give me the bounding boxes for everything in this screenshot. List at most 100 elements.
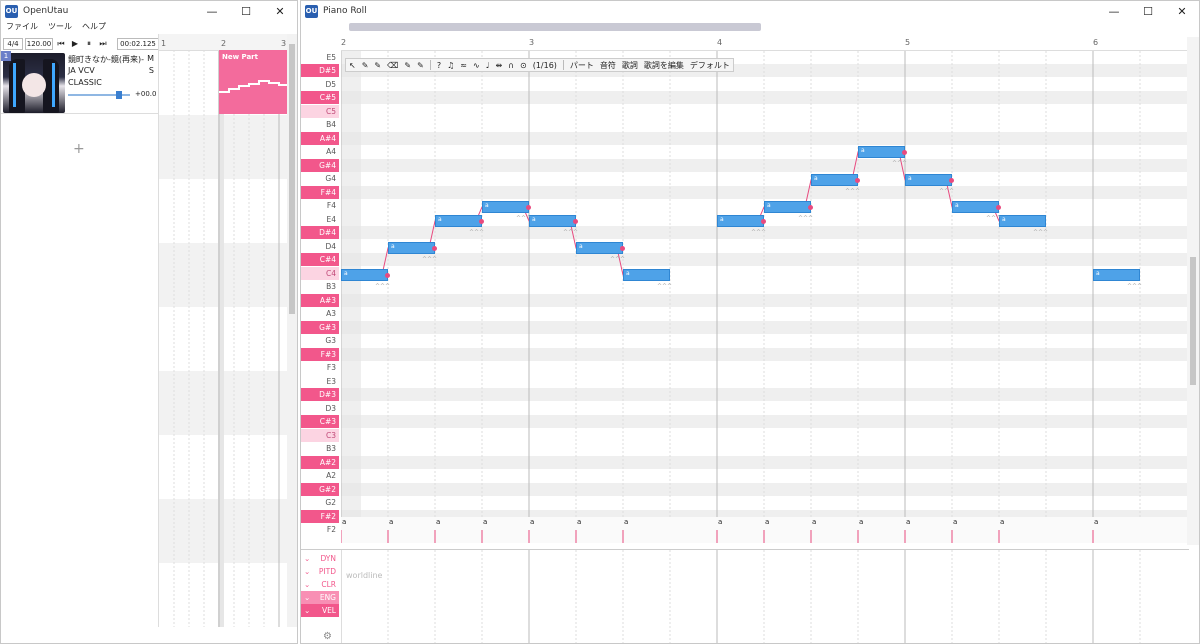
expression-dyn[interactable]: ⌄ DYN (301, 552, 339, 565)
vibrato-mark[interactable]: ^^^ (892, 160, 907, 167)
piano-key[interactable]: D#4 (301, 226, 339, 239)
piano-key[interactable]: C4 (301, 267, 339, 280)
piano-key[interactable]: D3 (301, 402, 339, 415)
piano-key[interactable]: D5 (301, 78, 339, 91)
vibrato-mark[interactable]: ^^^ (563, 229, 578, 236)
note[interactable]: a (1093, 269, 1140, 281)
note[interactable]: a (388, 242, 437, 254)
pitch-point[interactable] (385, 273, 390, 278)
playback-follow-icon[interactable]: ⊙ (517, 59, 530, 71)
pen-plus-tool-icon[interactable]: ✎ (371, 59, 384, 71)
add-track-button[interactable]: + (73, 141, 85, 157)
phoneme-label[interactable]: a (718, 518, 722, 526)
minimize-button[interactable]: — (1097, 1, 1131, 21)
phonemizer-name[interactable]: JA VCV (68, 66, 95, 75)
note[interactable]: a (623, 269, 670, 281)
piano-key[interactable]: D#3 (301, 388, 339, 401)
piano-key[interactable]: G#2 (301, 483, 339, 496)
vibrato-mark[interactable]: ^^^ (516, 215, 531, 222)
piano-key[interactable]: B4 (301, 118, 339, 131)
phoneme-label[interactable]: a (342, 518, 346, 526)
phoneme-label[interactable]: a (1000, 518, 1004, 526)
piano-key[interactable]: C5 (301, 105, 339, 118)
note-grid[interactable]: a a a a a a a a a a a a a a a ^^^ ^^^ ^^… (341, 51, 1189, 543)
line-tool-icon[interactable]: ✎ (414, 59, 427, 71)
phoneme-label[interactable]: a (1094, 518, 1098, 526)
singer-name[interactable]: 鏡町きなか-鏡(再来)- (68, 54, 144, 65)
piano-key[interactable]: G3 (301, 334, 339, 347)
snap-toggle-icon[interactable]: ⇹ (492, 59, 505, 71)
note[interactable]: a (435, 215, 484, 227)
piano-key[interactable]: G4 (301, 172, 339, 185)
maximize-button[interactable]: ☐ (1131, 1, 1165, 21)
vibrato-mark[interactable]: ^^^ (375, 283, 390, 290)
expression-pitd[interactable]: ⌄ PITD (301, 565, 339, 578)
menu-notes[interactable]: 音符 (597, 59, 619, 71)
menu-tools[interactable]: ツール (43, 21, 77, 35)
piano-key[interactable]: A#3 (301, 294, 339, 307)
vibrato-toggle-icon[interactable]: ≈ (457, 59, 470, 71)
maximize-button[interactable]: ☐ (229, 1, 263, 21)
note[interactable]: a (858, 146, 907, 158)
phoneme-label[interactable]: a (765, 518, 769, 526)
finale-toggle-icon[interactable]: ♩ (483, 59, 493, 71)
close-button[interactable]: ✕ (263, 1, 297, 21)
menu-lyrics[interactable]: 歌詞 (619, 59, 641, 71)
phoneme-label[interactable]: a (483, 518, 487, 526)
piano-key[interactable]: D4 (301, 240, 339, 253)
note[interactable]: a (952, 201, 1001, 213)
piano-key[interactable]: F#2 (301, 510, 339, 523)
pitch-toggle-icon[interactable]: ∿ (470, 59, 483, 71)
piano-key[interactable]: A4 (301, 145, 339, 158)
pitch-point[interactable] (479, 219, 484, 224)
horizontal-scrollbar[interactable] (349, 23, 761, 31)
piano-key[interactable]: C#5 (301, 91, 339, 104)
menu-edit-lyrics[interactable]: 歌詞を編集 (641, 59, 687, 71)
phoneme-label[interactable]: a (953, 518, 957, 526)
piano-key[interactable]: G#4 (301, 159, 339, 172)
phoneme-label[interactable]: a (577, 518, 581, 526)
vibrato-mark[interactable]: ^^^ (657, 283, 672, 290)
draw-pitch-tool-icon[interactable]: ✎ (401, 59, 414, 71)
note[interactable]: a (999, 215, 1046, 227)
piano-key[interactable]: F2 (301, 523, 339, 536)
note[interactable]: a (341, 269, 390, 281)
piano-vertical-scrollbar[interactable] (1187, 37, 1199, 545)
arrange-vertical-scrollbar[interactable] (287, 34, 297, 627)
menu-file[interactable]: ファイル (1, 21, 43, 35)
vibrato-mark[interactable]: ^^^ (939, 188, 954, 195)
piano-key[interactable]: E3 (301, 375, 339, 388)
settings-gear-icon[interactable]: ⚙ (323, 631, 332, 642)
piano-key[interactable]: B3 (301, 280, 339, 293)
note[interactable]: a (717, 215, 766, 227)
piano-key[interactable]: C#3 (301, 415, 339, 428)
arrange-ruler[interactable]: 1 2 3 (159, 34, 288, 51)
note[interactable]: a (529, 215, 578, 227)
pen-tool-icon[interactable]: ✎ (359, 59, 372, 71)
pitch-point[interactable] (573, 219, 578, 224)
vibrato-mark[interactable]: ^^^ (422, 256, 437, 263)
timeline-ruler[interactable]: 2 3 4 5 6 (341, 37, 1187, 51)
pitch-point[interactable] (855, 178, 860, 183)
tempo-field[interactable]: 120.00 (25, 37, 53, 50)
expression-panel[interactable]: ⌄ DYN ⌄ PITD ⌄ CLR ⌄ ENG ⌄ VEL (301, 549, 1189, 643)
piano-key[interactable]: A2 (301, 469, 339, 482)
pitch-point[interactable] (902, 150, 907, 155)
pitch-point[interactable] (761, 219, 766, 224)
voice-part[interactable]: New Part (219, 50, 287, 114)
piano-key[interactable]: D#5 (301, 64, 339, 77)
phoneme-label[interactable]: a (906, 518, 910, 526)
pitch-point[interactable] (996, 205, 1001, 210)
piano-key[interactable]: C#4 (301, 253, 339, 266)
skip-end-icon[interactable]: ⏭ (97, 38, 109, 50)
vibrato-mark[interactable]: ^^^ (1127, 283, 1142, 290)
arrangement-area[interactable]: 1 2 3 New Part (158, 34, 289, 627)
piano-key[interactable]: A#2 (301, 456, 339, 469)
expression-clr[interactable]: ⌄ CLR (301, 578, 339, 591)
pitch-point[interactable] (620, 246, 625, 251)
help-icon[interactable]: ? (434, 59, 444, 71)
skip-start-icon[interactable]: ⏮ (55, 38, 67, 50)
piano-key[interactable]: G#3 (301, 321, 339, 334)
vibrato-mark[interactable]: ^^^ (798, 215, 813, 222)
pitch-point[interactable] (526, 205, 531, 210)
